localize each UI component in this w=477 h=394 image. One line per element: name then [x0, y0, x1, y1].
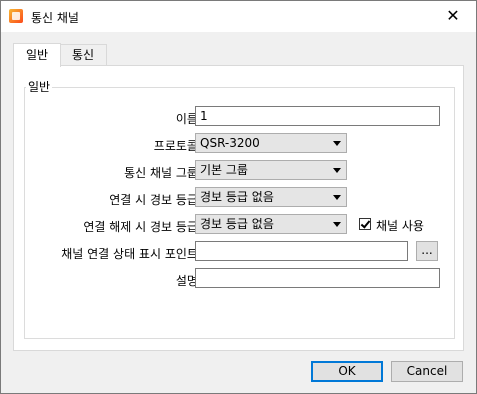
channel-group-value: 기본 그룹	[200, 163, 248, 177]
status-point-label: 채널 연결 상태 표시 포인트:	[61, 247, 202, 261]
description-label: 설명:	[175, 274, 202, 288]
connect-alarm-select[interactable]: 경보 등급 없음	[195, 187, 347, 207]
description-field[interactable]	[195, 268, 440, 288]
browse-button[interactable]: ...	[416, 241, 438, 261]
name-field[interactable]: 1	[195, 106, 440, 126]
title-bar: 통신 채널 ✕	[1, 1, 476, 32]
protocol-select[interactable]: QSR-3200	[195, 133, 347, 153]
tab-general[interactable]: 일반	[13, 43, 61, 67]
tab-panel: 일반 이름: 1 프로토콜: QSR-3200 통신 채널 그룹: 기본 그룹 …	[13, 65, 464, 351]
chevron-down-icon	[333, 222, 341, 227]
use-channel-checkbox[interactable]	[359, 218, 371, 230]
connect-alarm-value: 경보 등급 없음	[200, 190, 274, 204]
disconnect-alarm-value: 경보 등급 없음	[200, 217, 274, 231]
use-channel-label: 채널 사용	[376, 219, 424, 233]
protocol-value: QSR-3200	[200, 136, 260, 150]
protocol-label: 프로토콜:	[153, 139, 202, 153]
disconnect-alarm-label: 연결 해제 시 경보 등급:	[83, 220, 202, 234]
ok-button[interactable]: OK	[311, 361, 383, 382]
chevron-down-icon	[333, 168, 341, 173]
dialog-window: 통신 채널 ✕ 일반 통신 일반 이름: 1 프로토콜: QSR-3200 통신…	[0, 0, 477, 394]
close-icon[interactable]: ✕	[430, 1, 476, 32]
connect-alarm-label: 연결 시 경보 등급:	[109, 193, 202, 207]
channel-group-label: 통신 채널 그룹:	[124, 166, 202, 180]
cancel-button[interactable]: Cancel	[391, 361, 463, 382]
groupbox-title: 일반	[26, 78, 53, 95]
disconnect-alarm-select[interactable]: 경보 등급 없음	[195, 214, 347, 234]
chevron-down-icon	[333, 141, 341, 146]
tab-communication[interactable]: 통신	[59, 44, 107, 65]
app-icon	[9, 9, 23, 23]
name-label: 이름:	[175, 112, 202, 126]
channel-group-select[interactable]: 기본 그룹	[195, 160, 347, 180]
window-title: 통신 채널	[31, 11, 79, 25]
status-point-field[interactable]	[195, 241, 408, 261]
chevron-down-icon	[333, 195, 341, 200]
